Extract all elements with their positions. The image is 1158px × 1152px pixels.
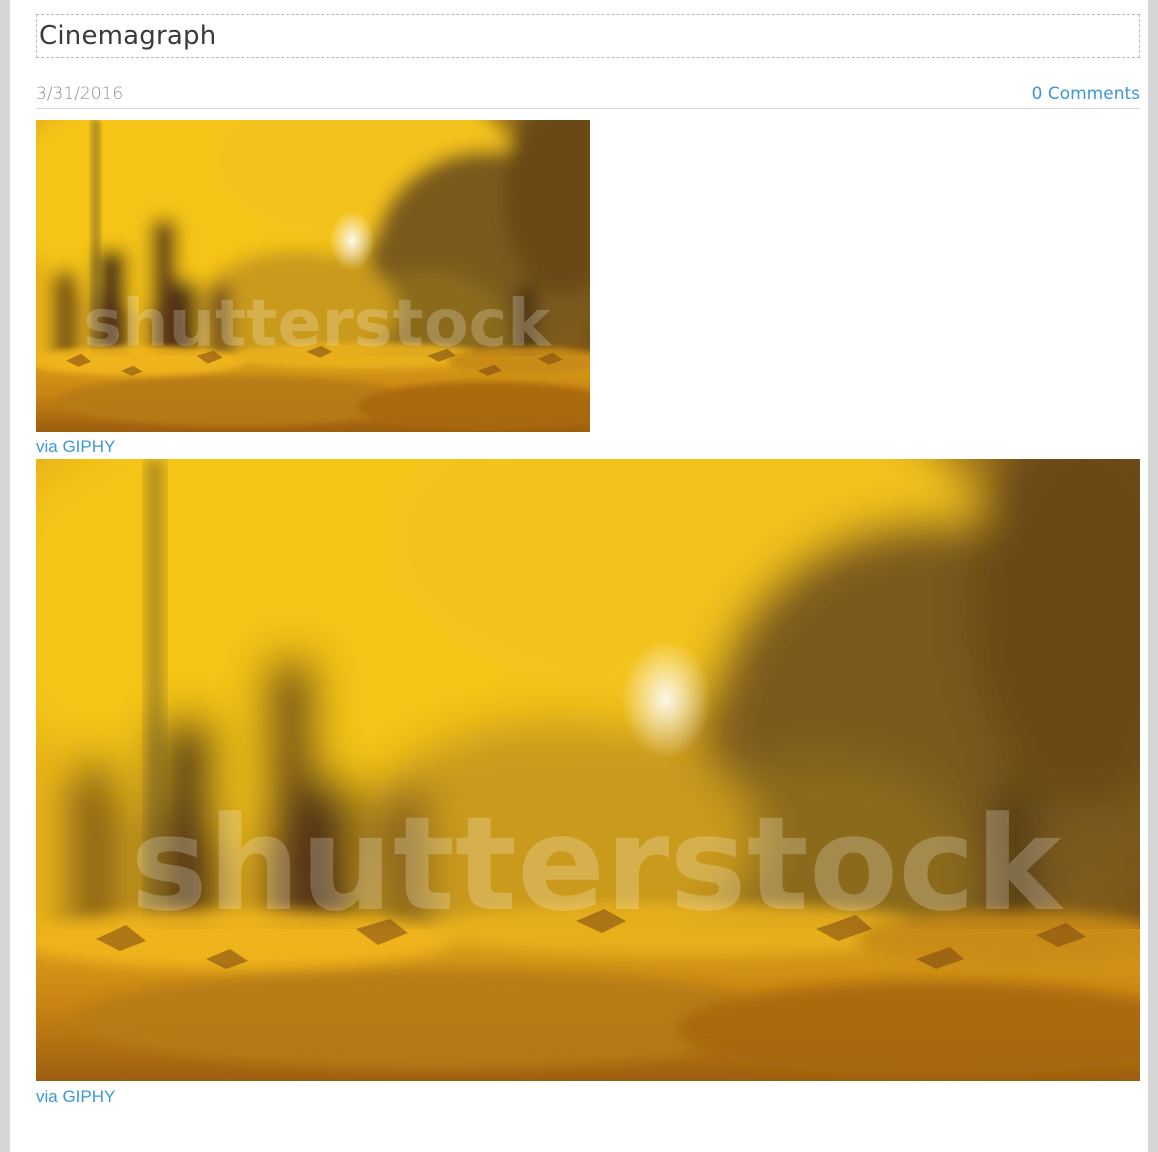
post-title-editable[interactable]: Cinemagraph — [36, 14, 1140, 58]
blog-post: Cinemagraph 3/31/2016 0 Comments shutter… — [36, 14, 1140, 1109]
post-date: 3/31/2016 — [36, 84, 124, 104]
giphy-credit-link-2[interactable]: via GIPHY — [36, 1085, 1140, 1109]
svg-text:shutterstock: shutterstock — [130, 788, 1064, 940]
autumn-leaves-image: shutterstock — [36, 459, 1140, 1081]
comments-link[interactable]: 0 Comments — [1032, 84, 1140, 104]
autumn-leaves-image: shutterstock — [36, 120, 590, 432]
page-frame-right — [1148, 0, 1158, 1152]
cinemagraph-image-small[interactable]: shutterstock — [36, 120, 590, 432]
post-meta: 3/31/2016 0 Comments — [36, 58, 1140, 109]
svg-text:shutterstock: shutterstock — [83, 286, 552, 362]
giphy-credit-link-1[interactable]: via GIPHY — [36, 435, 1140, 459]
post-title: Cinemagraph — [39, 21, 217, 51]
cinemagraph-image-large[interactable]: shutterstock — [36, 459, 1140, 1081]
page-frame-left — [0, 0, 10, 1152]
